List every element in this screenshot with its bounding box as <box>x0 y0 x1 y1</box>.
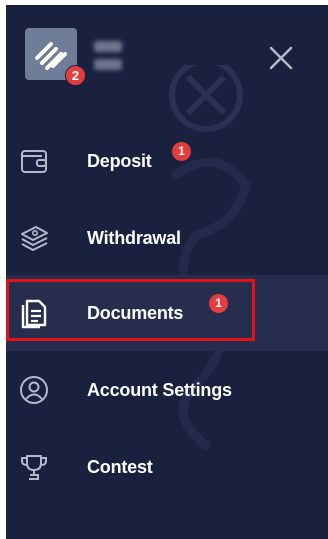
menu-item-label: Documents <box>87 303 184 323</box>
menu-item-label: Deposit <box>87 151 152 171</box>
menu-item-label: Contest <box>87 457 153 477</box>
menu-header: 2 <box>6 5 328 123</box>
notification-badge: 2 <box>65 65 86 86</box>
menu-item-account-settings[interactable]: Account Settings <box>6 352 328 428</box>
menu-item-contest[interactable]: Contest <box>6 429 328 505</box>
menu-item-deposit[interactable]: Deposit 1 <box>6 123 328 199</box>
side-menu-panel: 2 Deposit 1 Withdrawal Documents 1 Accou… <box>6 5 328 539</box>
menu-item-label: Account Settings <box>87 380 232 400</box>
menu-item-withdrawal[interactable]: Withdrawal <box>6 200 328 276</box>
user-circle-icon <box>20 376 48 404</box>
menu-item-label: Withdrawal <box>87 228 181 248</box>
trophy-icon <box>21 455 47 480</box>
menu-item-documents[interactable]: Documents 1 <box>6 275 328 351</box>
money-stack-icon <box>21 226 48 251</box>
wallet-icon <box>21 150 47 173</box>
document-icon <box>21 299 47 329</box>
close-button[interactable] <box>266 43 296 73</box>
deposit-badge: 1 <box>172 142 191 161</box>
documents-badge: 1 <box>209 294 228 313</box>
brand-stripes-icon <box>35 42 67 70</box>
blurred-account-info <box>94 35 136 77</box>
close-icon <box>269 46 293 70</box>
